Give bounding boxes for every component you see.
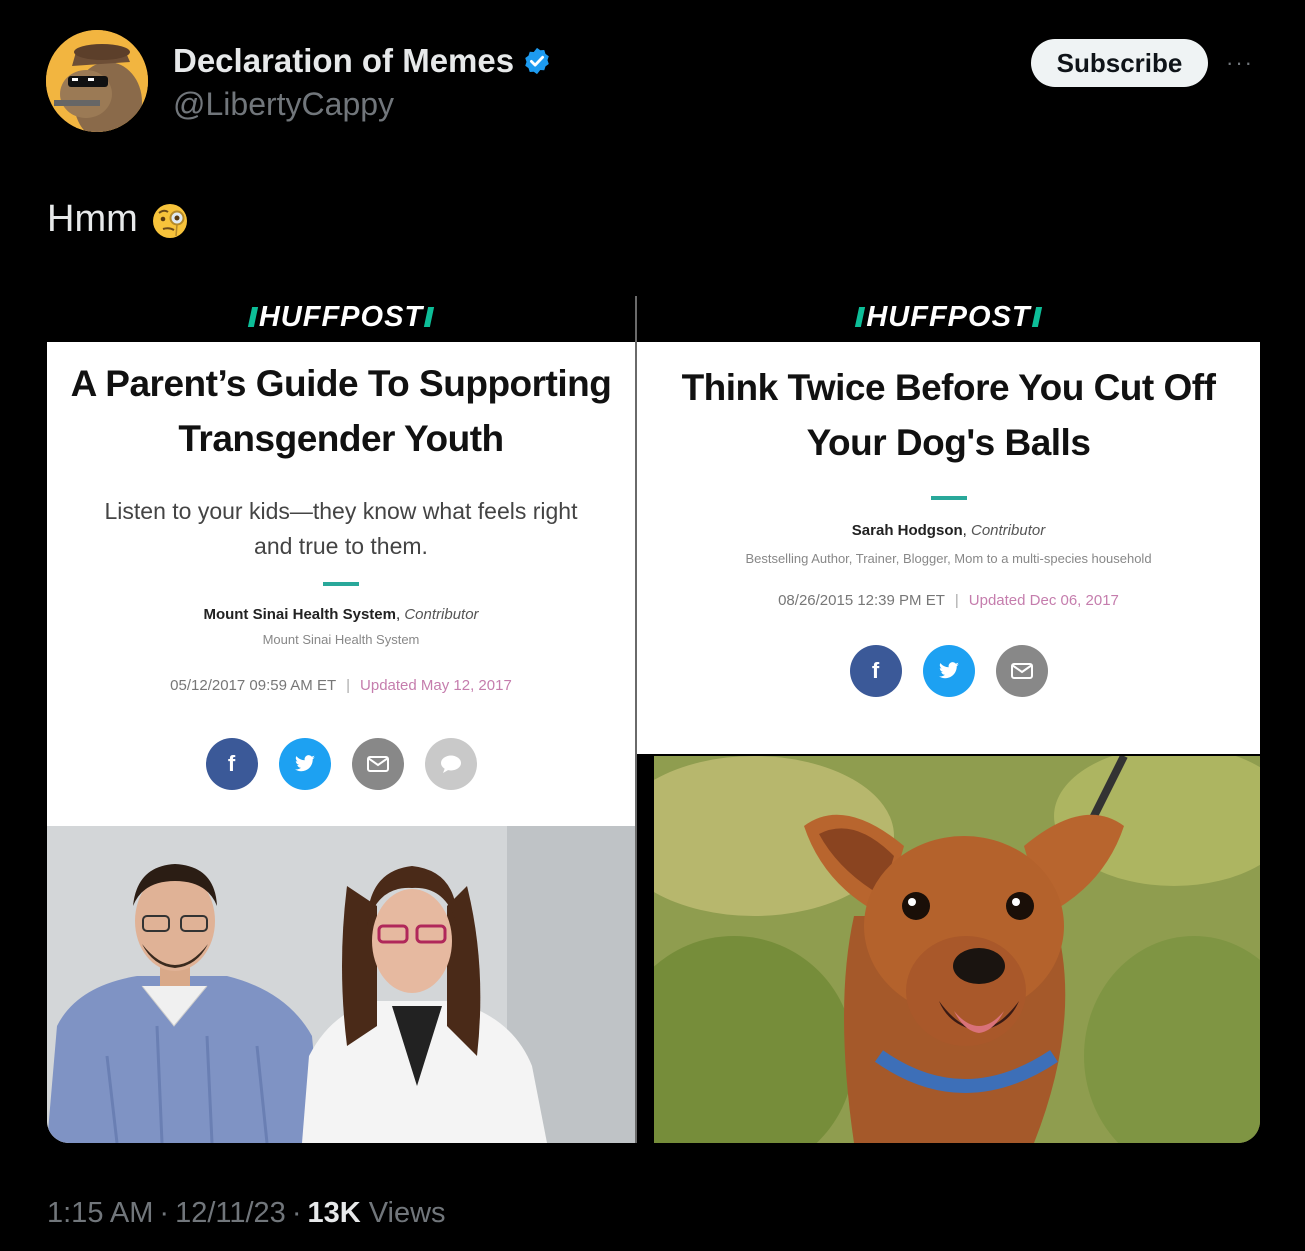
tweet-time[interactable]: 1:15 AM — [47, 1197, 153, 1230]
tweet-meta: 1:15 AM · 12/11/23 · 13K Views — [47, 1197, 446, 1230]
twitter-icon — [922, 645, 975, 697]
capybara-avatar-icon — [46, 30, 148, 132]
article-dateline: 08/26/2015 12:39 PM ET | Updated Dec 06, 2… — [778, 592, 1119, 609]
article-byline: Sarah Hodgson, Contributor — [851, 522, 1046, 539]
two-people-photo — [47, 826, 635, 1143]
article-byline: Mount Sinai Health System, Contributor — [203, 606, 479, 623]
tweet-date[interactable]: 12/11/23 — [175, 1197, 286, 1230]
article-subhead: Listen to your kids—they know what feels… — [104, 498, 578, 559]
facebook-icon: f — [205, 738, 258, 790]
article-headline: Think Twice Before You Cut Off Your Dog'… — [681, 367, 1216, 463]
tweet-media[interactable]: HUFFPOST A Parent’s Guide To Supporting … — [47, 292, 1260, 1143]
tweet-text: Hmm — [47, 198, 190, 241]
mail-icon — [351, 738, 404, 790]
divider-dash — [930, 496, 967, 500]
face-with-monocle-icon — [152, 203, 187, 238]
comment-icon — [424, 738, 477, 790]
media-right-panel[interactable]: HUFFPOST Think Twice Before You Cut Off … — [637, 292, 1260, 1143]
divider-dash — [323, 582, 359, 586]
views-count[interactable]: 13K — [307, 1197, 360, 1230]
mail-icon — [995, 645, 1048, 697]
media-left-panel[interactable]: HUFFPOST A Parent’s Guide To Supporting … — [47, 292, 635, 1143]
article-card-left: A Parent’s Guide To Supporting Transgend… — [47, 342, 635, 826]
meta-dot: · — [159, 1197, 170, 1229]
article-headline: A Parent’s Guide To Supporting Transgend… — [70, 363, 612, 459]
huffpost-logo: HUFFPOST — [47, 292, 635, 342]
share-buttons: f — [637, 645, 1260, 697]
subscribe-button[interactable]: Subscribe — [1031, 39, 1208, 87]
share-buttons: f — [47, 738, 635, 790]
avatar[interactable] — [46, 30, 148, 132]
author-handle[interactable]: @LibertyCappy — [173, 86, 552, 123]
tweet-text-content: Hmm — [47, 198, 138, 240]
meta-dot: · — [291, 1197, 302, 1229]
article-dateline: 05/12/2017 09:59 AM ET | Updated May 12, 2… — [170, 677, 512, 694]
author-affiliation: Mount Sinai Health System — [262, 632, 420, 647]
dog-photo — [654, 756, 1260, 1143]
facebook-icon: f — [849, 645, 902, 697]
huffpost-logo: HUFFPOST — [637, 292, 1260, 342]
twitter-icon — [278, 738, 331, 790]
article-card-right: Think Twice Before You Cut Off Your Dog'… — [637, 342, 1260, 754]
more-options-icon[interactable]: ··· — [1226, 50, 1254, 76]
author-affiliation: Bestselling Author, Trainer, Blogger, Mo… — [745, 551, 1152, 566]
author-name[interactable]: Declaration of Memes — [173, 42, 514, 80]
author-info[interactable]: Declaration of Memes @LibertyCappy — [173, 42, 552, 123]
views-label[interactable]: Views — [369, 1197, 446, 1230]
verified-badge-icon — [525, 47, 549, 75]
